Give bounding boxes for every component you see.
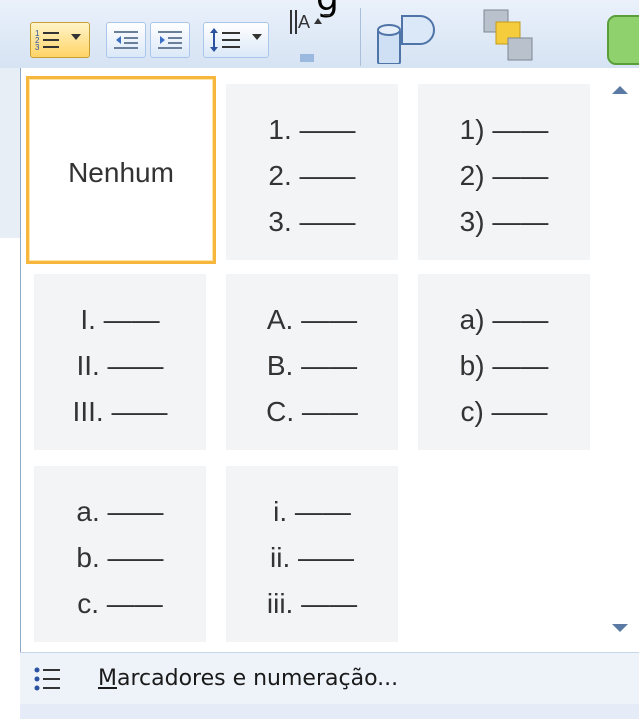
arrange-icon: [483, 9, 533, 61]
decrease-indent-icon: [114, 31, 138, 49]
numbering-line: B. ——: [266, 350, 358, 381]
numbering-line: 2) ——: [459, 160, 549, 191]
svg-text:A: A: [298, 12, 310, 32]
chevron-down-icon: [71, 34, 81, 40]
scroll-down-icon[interactable]: [612, 624, 628, 632]
numbering-style-alpha-lower-paren[interactable]: a) —— b) —— c) ——: [418, 274, 590, 450]
bullets-numbering-footer[interactable]: Marcadores e numeração...: [20, 652, 639, 705]
numbering-line: b. ——: [76, 542, 164, 573]
numbering-style-arabic-dot[interactable]: 1. —— 2. —— 3. ——: [226, 84, 398, 260]
numbering-icon: 1 2 3: [35, 29, 59, 52]
numbering-line: a. ——: [76, 496, 164, 527]
numbering-style-none[interactable]: Nenhum: [26, 76, 216, 264]
numbering-style-roman-lower[interactable]: i. —— ii. —— iii. ——: [226, 466, 398, 642]
quick-styles-button[interactable]: [606, 14, 639, 68]
bullets-numbering-link[interactable]: Marcadores e numeração...: [98, 666, 398, 691]
decrease-indent-button[interactable]: [106, 22, 146, 58]
ribbon-toolbar: g 1 2 3: [0, 0, 639, 68]
numbering-line: A. ——: [266, 304, 358, 335]
numbering-line: 1. ——: [268, 114, 356, 145]
increase-indent-button[interactable]: [150, 22, 190, 58]
numbering-line: c. ——: [77, 588, 163, 619]
numbering-style-alpha-upper[interactable]: A. —— B. —— C. ——: [226, 274, 398, 450]
chevron-down-icon: [252, 34, 262, 40]
numbering-line: 2. ——: [268, 160, 356, 191]
numbering-line: c) ——: [460, 396, 548, 427]
text-direction-button[interactable]: A: [284, 6, 340, 62]
scroll-up-icon[interactable]: [612, 86, 628, 94]
svg-text:3: 3: [35, 43, 40, 52]
numbering-line: III. ——: [72, 396, 168, 427]
footer-label-text: arcadores e numeração...: [116, 666, 399, 691]
numbering-line: b) ——: [459, 350, 549, 381]
footer-label-mnemonic: M: [98, 666, 117, 691]
numbering-line: 3) ——: [459, 206, 549, 237]
text-direction-icon: A: [290, 10, 330, 62]
numbering-line: iii. ——: [266, 588, 358, 619]
line-spacing-icon: [210, 28, 240, 52]
quick-styles-icon: [607, 15, 639, 65]
line-spacing-button[interactable]: [203, 22, 269, 58]
numbering-line: 3. ——: [268, 206, 356, 237]
numbering-line: I. ——: [80, 304, 160, 335]
increase-indent-icon: [158, 31, 182, 49]
numbering-style-alpha-lower-dot[interactable]: a. —— b. —— c. ——: [34, 466, 206, 642]
shapes-icon: [377, 15, 435, 65]
arrange-button[interactable]: [478, 8, 538, 64]
numbering-style-arabic-paren[interactable]: 1) —— 2) —— 3) ——: [418, 84, 590, 260]
bullets-icon: [34, 667, 60, 691]
numbering-line: 1) ——: [459, 114, 549, 145]
numbering-line: C. ——: [266, 396, 358, 427]
numbering-line: II. ——: [76, 350, 164, 381]
shapes-button[interactable]: [376, 8, 436, 65]
numbering-line: i. ——: [273, 496, 351, 527]
resize-grip-strip[interactable]: [20, 704, 639, 719]
numbering-button[interactable]: 1 2 3: [30, 22, 90, 58]
numbering-line: a) ——: [459, 304, 549, 335]
document-edge: [0, 68, 20, 238]
toolbar-separator: [360, 8, 361, 66]
numbering-style-roman-upper[interactable]: I. —— II. —— III. ——: [34, 274, 206, 450]
numbering-line: ii. ——: [270, 542, 354, 573]
none-label: Nenhum: [68, 157, 174, 188]
gallery-scrollbar[interactable]: [604, 74, 636, 644]
